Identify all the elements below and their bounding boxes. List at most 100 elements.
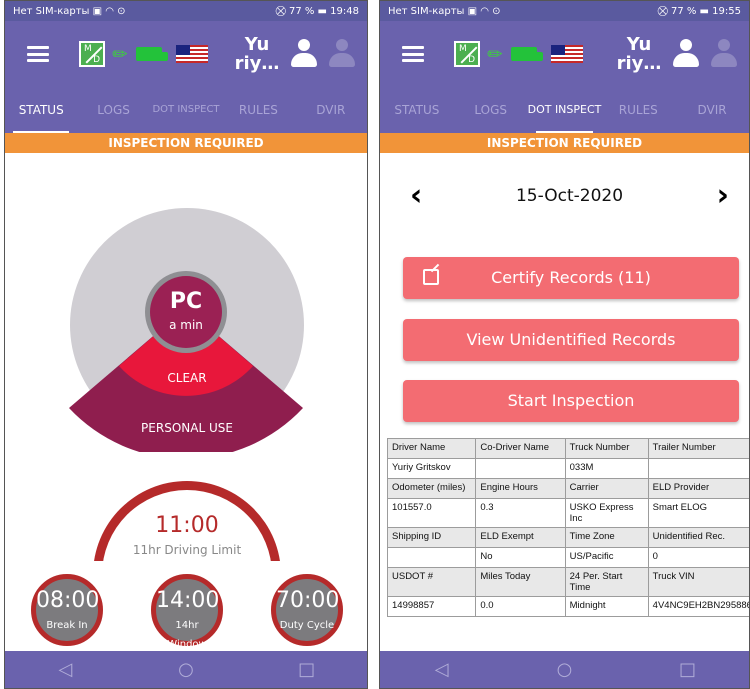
menu-icon[interactable]	[402, 46, 424, 62]
driving-time: 11:00	[155, 513, 219, 538]
start-inspection-button[interactable]: Start Inspection	[403, 380, 739, 422]
co-driver-icon[interactable]	[327, 39, 357, 69]
selected-date[interactable]: 15-Oct-2020	[516, 186, 623, 206]
table-header-cell: ELD Exempt	[475, 527, 566, 548]
window-label: 14hr Window	[167, 620, 207, 650]
certify-records-button[interactable]: Certify Records (11)	[403, 257, 739, 299]
driver-name[interactable]: Yu riy…	[615, 35, 663, 73]
window-time: 14:00	[156, 588, 220, 613]
paperclip-icon[interactable]: ✎	[483, 41, 509, 67]
driver-icon[interactable]	[289, 39, 319, 69]
break-label: Break In	[46, 620, 88, 631]
certify-records-label: Certify Records (11)	[491, 268, 651, 287]
view-unidentified-button[interactable]: View Unidentified Records	[403, 319, 739, 361]
table-header-cell: Carrier	[564, 478, 649, 499]
table-cell: 4V4NC9EH2BN295886	[647, 596, 749, 617]
tab-bar: STATUS LOGS DOT INSPECT RULES DVIR	[380, 87, 749, 133]
table-cell	[386, 547, 477, 568]
window-gauge: 14:00 14hr Window	[151, 574, 223, 650]
recents-icon[interactable]: □	[673, 659, 703, 680]
table-header-cell: Unidentified Rec.	[647, 527, 749, 548]
driver-icon[interactable]	[671, 39, 701, 69]
table-header-cell: Driver Name	[386, 438, 477, 459]
tab-dot-inspect[interactable]: DOT INSPECT	[528, 87, 601, 133]
table-header-cell: 24 Per. Start Time	[564, 567, 649, 597]
next-day-chevron-icon[interactable]: ›	[717, 181, 729, 211]
md-logo-icon[interactable]: MD	[79, 41, 105, 67]
sim-status: Нет SIM-карты ▣ ◠ ⊙	[13, 5, 126, 17]
dot-inspect-screen: Нет SIM-карты ▣ ◠ ⊙ ⛒ 77 % ▬ 19:55 MD ✎ …	[379, 0, 750, 689]
tab-bar: STATUS LOGS DOT INSPECT RULES DVIR	[5, 87, 367, 133]
table-cell: 0.3	[475, 498, 566, 528]
table-row: Yuriy Gritskov 033M	[386, 458, 749, 479]
system-nav-bar: ◁ ○ □	[5, 651, 367, 688]
previous-day-chevron-icon[interactable]: ‹	[410, 181, 422, 211]
tab-rules[interactable]: RULES	[601, 87, 675, 133]
view-unidentified-label: View Unidentified Records	[466, 330, 676, 349]
table-row: Shipping ID ELD Exempt Time Zone Unidentifi…	[386, 527, 749, 548]
table-cell: USKO Express Inc	[564, 498, 649, 528]
truck-icon[interactable]	[136, 47, 169, 61]
us-flag-icon[interactable]	[551, 45, 584, 63]
status-screen: Нет SIM-карты ▣ ◠ ⊙ ⛒ 77 % ▬ 19:48 MD ✎ …	[4, 0, 368, 689]
md-logo-icon[interactable]: MD	[454, 41, 480, 67]
back-icon[interactable]: ◁	[427, 659, 457, 680]
app-header: MD ✎ Yu riy…	[5, 21, 367, 87]
table-cell	[647, 458, 749, 479]
clear-label[interactable]: CLEAR	[150, 371, 224, 385]
tab-dvir[interactable]: DVIR	[295, 87, 367, 133]
table-row: Odometer (miles) Engine Hours Carrier ELD P…	[386, 478, 749, 499]
driver-name[interactable]: Yu riy…	[233, 35, 281, 73]
sim-status: Нет SIM-карты ▣ ◠ ⊙	[388, 5, 501, 17]
driving-limit-label: 11hr Driving Limit	[132, 543, 242, 557]
table-header-cell: Co-Driver Name	[475, 438, 566, 459]
menu-icon[interactable]	[27, 46, 49, 62]
table-header-cell: Truck Number	[564, 438, 649, 459]
battery-clock: ⛒ 77 % ▬ 19:48	[275, 5, 359, 17]
edit-icon	[423, 269, 439, 285]
recents-icon[interactable]: □	[292, 659, 322, 680]
table-row: 14998857 0.0 Midnight 4V4NC9EH2BN295886	[386, 596, 749, 617]
app-header: MD ✎ Yu riy…	[380, 21, 749, 87]
table-header-cell: Truck VIN	[647, 567, 749, 597]
cycle-time: 70:00	[276, 588, 340, 613]
us-flag-icon[interactable]	[176, 45, 209, 63]
inspection-banner: INSPECTION REQUIRED	[380, 133, 749, 153]
table-header-cell: ELD Provider	[647, 478, 749, 499]
cycle-gauge: 70:00 Duty Cycle	[271, 574, 343, 646]
table-cell: Midnight	[564, 596, 649, 617]
table-header-cell: Odometer (miles)	[386, 478, 477, 499]
tab-status[interactable]: STATUS	[5, 87, 77, 133]
tab-dvir[interactable]: DVIR	[675, 87, 749, 133]
table-header-cell: Miles Today	[475, 567, 566, 597]
table-header-cell: Trailer Number	[647, 438, 749, 459]
table-row: 101557.0 0.3 USKO Express Inc Smart ELOG	[386, 498, 749, 528]
table-row: USDOT # Miles Today 24 Per. Start Time Truc…	[386, 567, 749, 597]
home-icon[interactable]: ○	[550, 659, 580, 680]
co-driver-icon[interactable]	[709, 39, 739, 69]
table-cell: 0	[647, 547, 749, 568]
start-inspection-label: Start Inspection	[507, 391, 635, 410]
tab-logs[interactable]: LOGS	[77, 87, 149, 133]
personal-use-label[interactable]: PERSONAL USE	[125, 421, 249, 435]
status-time: a min	[169, 318, 203, 332]
table-cell: Smart ELOG	[647, 498, 749, 528]
system-status-bar: Нет SIM-карты ▣ ◠ ⊙ ⛒ 77 % ▬ 19:55	[380, 1, 749, 21]
tab-dot-inspect[interactable]: DOT INSPECT	[150, 87, 222, 133]
tab-logs[interactable]: LOGS	[454, 87, 528, 133]
break-time: 08:00	[36, 588, 100, 613]
table-header-cell: Time Zone	[564, 527, 649, 548]
back-icon[interactable]: ◁	[50, 659, 80, 680]
inspection-banner: INSPECTION REQUIRED	[5, 133, 367, 153]
tab-rules[interactable]: RULES	[222, 87, 294, 133]
paperclip-icon[interactable]: ✎	[108, 41, 134, 67]
table-cell: Yuriy Gritskov	[386, 458, 477, 479]
break-gauge: 08:00 Break In	[31, 574, 103, 646]
tab-status[interactable]: STATUS	[380, 87, 454, 133]
table-header-cell: Shipping ID	[386, 527, 477, 548]
table-cell: US/Pacific	[564, 547, 649, 568]
truck-icon[interactable]	[511, 47, 544, 61]
table-cell	[475, 458, 566, 479]
home-icon[interactable]: ○	[171, 659, 201, 680]
current-status-button[interactable]: PC a min	[145, 271, 227, 353]
